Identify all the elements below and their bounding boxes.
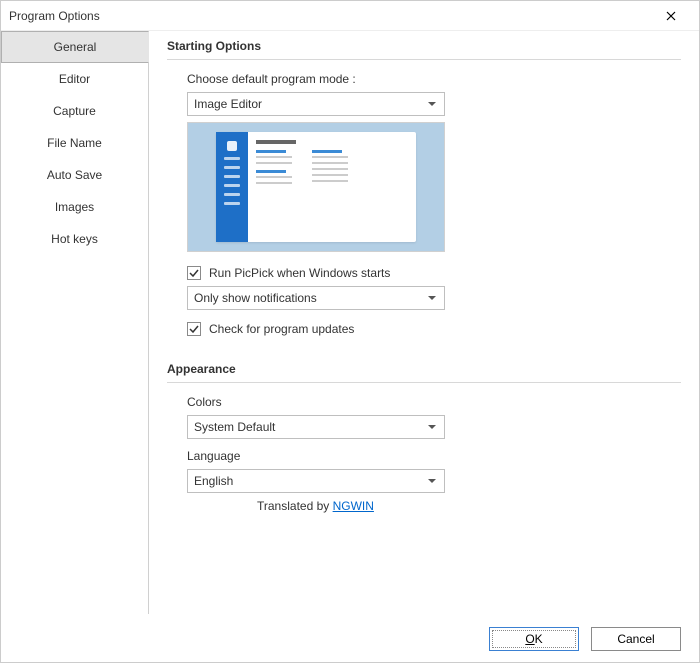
language-value: English [194, 474, 233, 488]
check-updates-checkbox[interactable] [187, 322, 201, 336]
cancel-button[interactable]: Cancel [591, 627, 681, 651]
check-updates-row: Check for program updates [167, 322, 681, 336]
check-updates-label: Check for program updates [209, 322, 354, 336]
default-mode-select[interactable]: Image Editor [187, 92, 445, 116]
cancel-label: Cancel [617, 632, 654, 646]
translated-by-row: Translated by NGWIN [187, 499, 681, 513]
sidebar-tab-filename[interactable]: File Name [1, 127, 148, 159]
sidebar-tab-label: Auto Save [47, 168, 102, 182]
main-panel: Starting Options Choose default program … [149, 31, 699, 614]
sidebar-tab-editor[interactable]: Editor [1, 63, 148, 95]
default-mode-label: Choose default program mode : [187, 72, 681, 86]
window-title: Program Options [9, 9, 651, 23]
close-button[interactable] [651, 2, 691, 30]
colors-select[interactable]: System Default [187, 415, 445, 439]
checkmark-icon [189, 268, 199, 278]
colors-value: System Default [194, 420, 275, 434]
section-appearance-heading: Appearance [167, 354, 681, 383]
sidebar-tab-images[interactable]: Images [1, 191, 148, 223]
start-behavior-select[interactable]: Only show notifications [187, 286, 445, 310]
sidebar-tab-label: Images [55, 200, 94, 214]
language-label: Language [187, 449, 681, 463]
sidebar-tab-general[interactable]: General [1, 31, 149, 63]
start-behavior-value: Only show notifications [194, 291, 317, 305]
colors-label: Colors [187, 395, 681, 409]
checkmark-icon [189, 324, 199, 334]
translated-by-label: Translated by [257, 499, 329, 513]
run-on-start-row: Run PicPick when Windows starts [167, 266, 681, 280]
colors-row: Colors System Default [167, 395, 681, 439]
content-area: General Editor Capture File Name Auto Sa… [1, 31, 699, 614]
section-starting-heading: Starting Options [167, 31, 681, 60]
sidebar-tab-label: General [54, 40, 97, 54]
run-on-start-checkbox[interactable] [187, 266, 201, 280]
sidebar-tab-hotkeys[interactable]: Hot keys [1, 223, 148, 255]
sidebar-tab-label: Capture [53, 104, 96, 118]
sidebar-tab-capture[interactable]: Capture [1, 95, 148, 127]
sidebar: General Editor Capture File Name Auto Sa… [1, 31, 149, 614]
language-select[interactable]: English [187, 469, 445, 493]
sidebar-tab-autosave[interactable]: Auto Save [1, 159, 148, 191]
translator-link[interactable]: NGWIN [333, 499, 374, 513]
close-icon [666, 11, 676, 21]
footer: OK Cancel [1, 614, 699, 662]
options-window: Program Options General Editor Capture F… [0, 0, 700, 663]
run-on-start-label: Run PicPick when Windows starts [209, 266, 390, 280]
sidebar-tab-label: File Name [47, 136, 102, 150]
titlebar: Program Options [1, 1, 699, 31]
language-row: Language English Translated by NGWIN [167, 449, 681, 513]
start-behavior-row: Only show notifications [167, 286, 681, 310]
mode-preview-image [187, 122, 445, 252]
ok-button[interactable]: OK [489, 627, 579, 651]
sidebar-tab-label: Editor [59, 72, 90, 86]
sidebar-tab-label: Hot keys [51, 232, 98, 246]
default-mode-row: Choose default program mode : Image Edit… [167, 72, 681, 252]
default-mode-value: Image Editor [194, 97, 262, 111]
